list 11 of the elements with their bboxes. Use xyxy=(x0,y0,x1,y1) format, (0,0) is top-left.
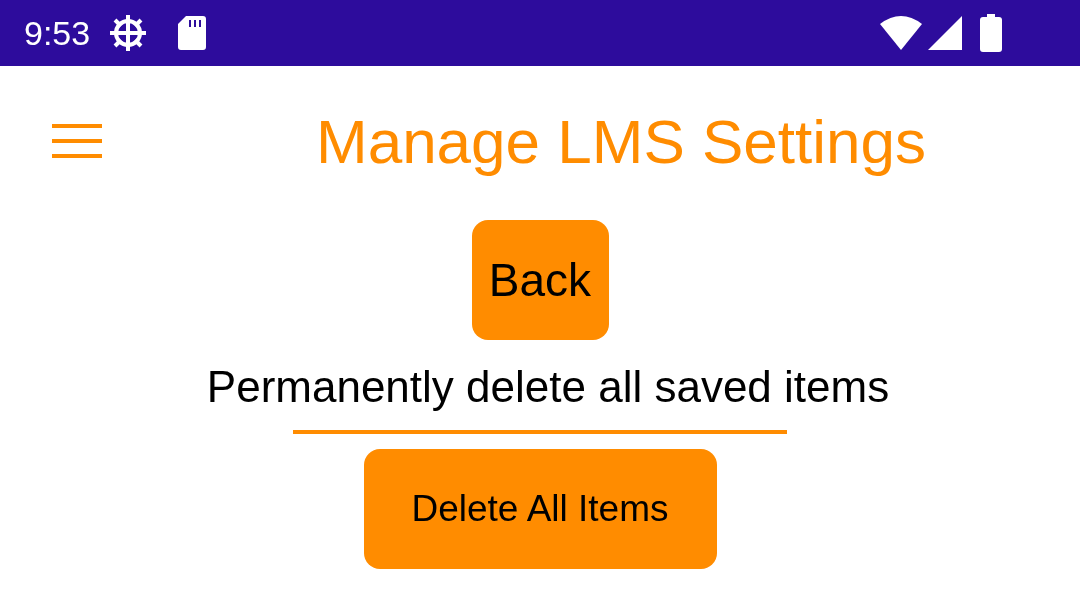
battery-icon xyxy=(980,14,1002,52)
gear-icon xyxy=(108,13,149,53)
signal-icon xyxy=(928,16,962,50)
back-button[interactable]: Back xyxy=(471,220,609,340)
status-time: 9:53 xyxy=(24,13,91,53)
description-text: Permanently delete all saved items xyxy=(206,362,890,412)
menu-icon[interactable] xyxy=(52,124,102,158)
delete-all-button[interactable]: Delete All Items xyxy=(363,449,717,569)
page-title: Manage LMS Settings xyxy=(316,105,926,177)
wifi-icon xyxy=(880,16,922,50)
sd-card-icon xyxy=(178,16,207,50)
